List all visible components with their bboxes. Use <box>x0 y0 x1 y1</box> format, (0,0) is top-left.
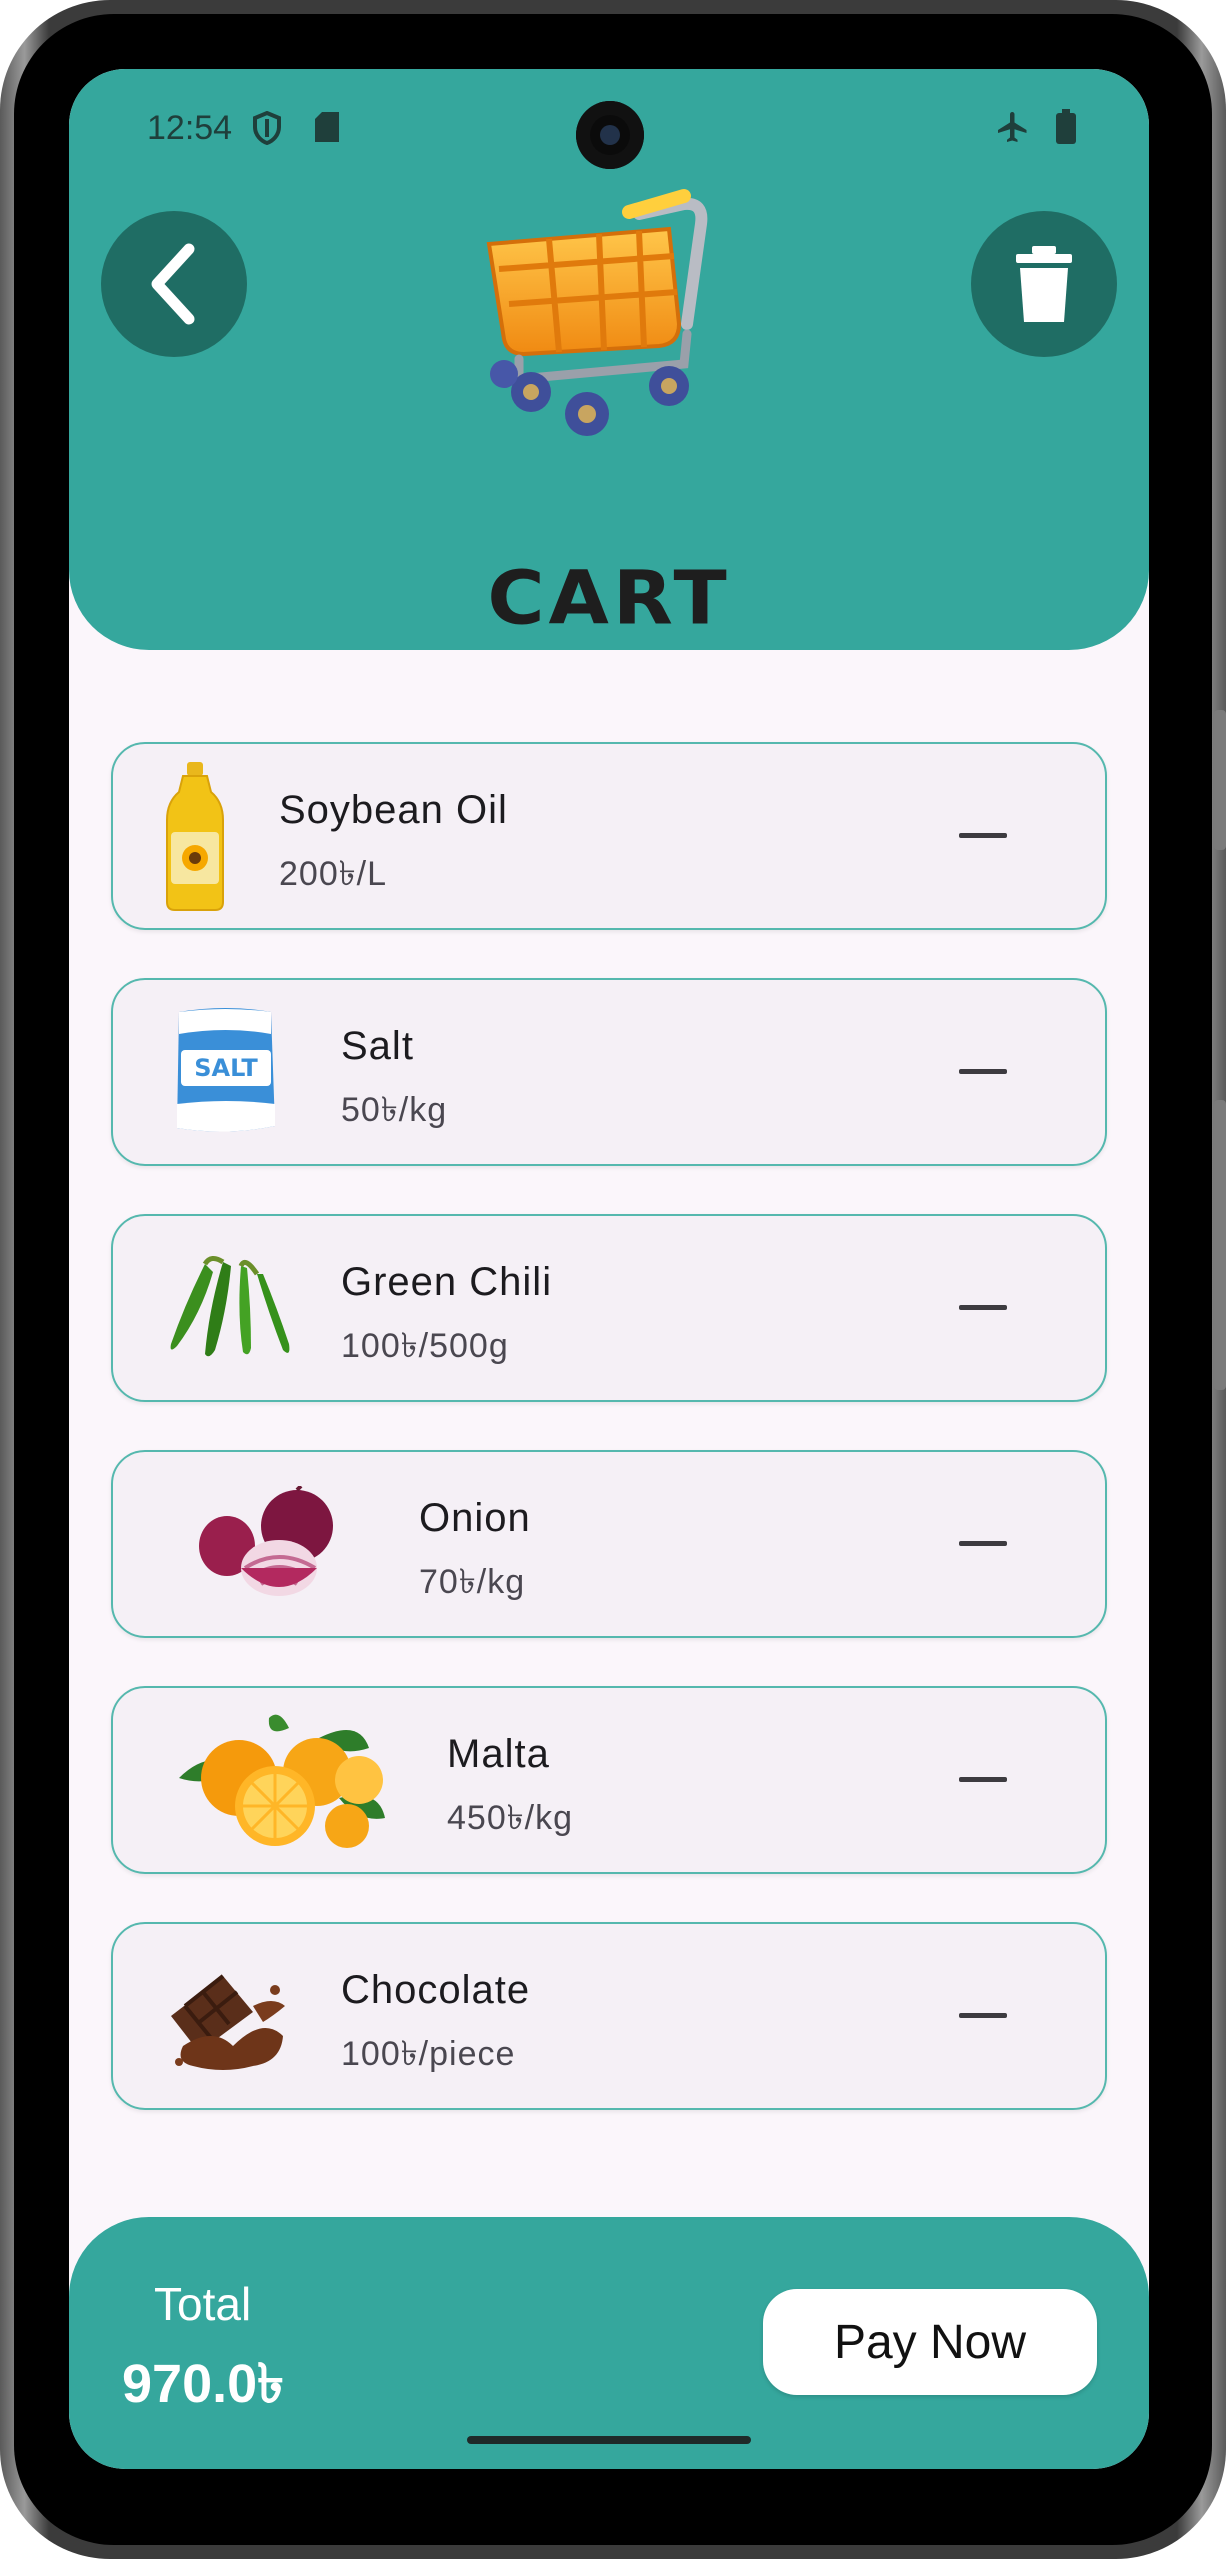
remove-item-button[interactable] <box>959 1777 1007 1782</box>
item-price: 50৳/kg <box>341 1091 448 1129</box>
cart-header: 12:54 CART <box>69 69 1149 650</box>
cart-item-chocolate[interactable]: Chocolate 100৳/piece <box>111 1922 1107 2110</box>
page-title: CART <box>487 556 731 642</box>
total-label: Total <box>154 2278 252 2330</box>
item-name: Onion <box>419 1496 531 1540</box>
trash-icon <box>1016 246 1072 322</box>
cart-item-onion[interactable]: Onion 70৳/kg <box>111 1450 1107 1638</box>
remove-item-button[interactable] <box>959 1541 1007 1546</box>
item-price: 100৳/500g <box>341 1327 509 1365</box>
pay-now-button[interactable]: Pay Now <box>763 2289 1097 2395</box>
airplane-mode-icon <box>995 109 1031 150</box>
item-name: Salt <box>341 1024 414 1068</box>
salt-bag-image: SALT <box>177 1008 275 1132</box>
sd-card-icon <box>314 111 340 148</box>
battery-icon <box>1055 109 1077 150</box>
remove-item-button[interactable] <box>959 2013 1007 2018</box>
cart-item-malta[interactable]: Malta 450৳/kg <box>111 1686 1107 1874</box>
oil-bottle-image <box>166 762 224 911</box>
front-camera <box>576 101 644 169</box>
clear-cart-button[interactable] <box>971 211 1117 357</box>
app-screen: 12:54 CART Soybean Oil 200৳/L SALT Salt … <box>69 69 1149 2469</box>
cart-item-green-chili[interactable]: Green Chili 100৳/500g <box>111 1214 1107 1402</box>
salt-label: SALT <box>194 1054 258 1082</box>
item-name: Malta <box>447 1732 550 1776</box>
onion-image <box>199 1486 333 1596</box>
remove-item-button[interactable] <box>959 1305 1007 1310</box>
chevron-left-icon <box>151 243 195 325</box>
item-name: Green Chili <box>341 1260 553 1304</box>
status-time: 12:54 <box>147 109 233 147</box>
item-name: Chocolate <box>341 1968 531 2012</box>
total-value: 970.0৳ <box>122 2354 285 2414</box>
cart-item-salt[interactable]: SALT Salt 50৳/kg <box>111 978 1107 1166</box>
remove-item-button[interactable] <box>959 833 1007 838</box>
volume-button <box>1214 710 1226 850</box>
item-price: 200৳/L <box>279 855 388 893</box>
orange-image <box>179 1714 385 1848</box>
chocolate-image <box>171 1974 285 2070</box>
green-chili-image <box>170 1256 290 1357</box>
remove-item-button[interactable] <box>959 1069 1007 1074</box>
item-price: 100৳/piece <box>341 2035 516 2073</box>
item-name: Soybean Oil <box>279 788 508 832</box>
back-button[interactable] <box>101 211 247 357</box>
shield-icon <box>252 110 282 150</box>
item-price: 70৳/kg <box>419 1563 526 1601</box>
shopping-cart-image <box>486 189 708 436</box>
cart-item-soybean-oil[interactable]: Soybean Oil 200৳/L <box>111 742 1107 930</box>
item-price: 450৳/kg <box>447 1799 574 1837</box>
phone-frame: 12:54 CART Soybean Oil 200৳/L SALT Salt … <box>0 0 1226 2559</box>
checkout-bar: Total 970.0৳ Pay Now <box>69 2217 1149 2469</box>
home-indicator[interactable] <box>467 2436 751 2444</box>
power-button <box>1214 1100 1226 1390</box>
